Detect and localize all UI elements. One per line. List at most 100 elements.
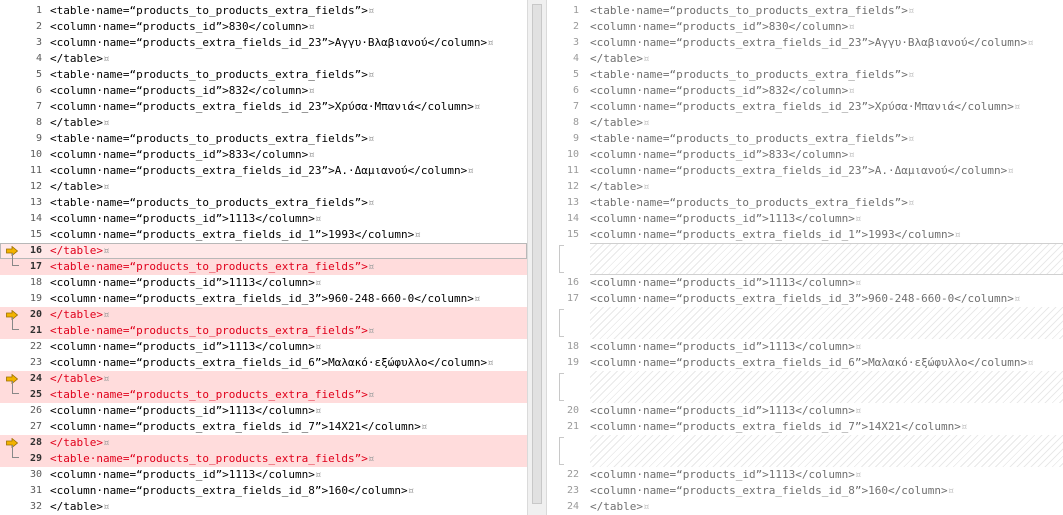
code-line[interactable]: 17 <table·name=“products_to_products_extr… xyxy=(0,253,527,275)
code-line[interactable]: 3 <column·name=“products_extra_fields_id_… xyxy=(0,35,527,51)
line-code: </table>¤ xyxy=(50,243,110,259)
line-end-marker: ¤ xyxy=(102,180,110,193)
code-line[interactable]: 26 <column·name=“products_id”>1113</colum… xyxy=(0,403,527,419)
code-line[interactable]: 5 <table·name=“products_to_products_extra… xyxy=(547,67,1063,83)
gap-brace-icon xyxy=(559,309,564,337)
line-gutter: 11 xyxy=(547,163,587,179)
line-gutter: 19 xyxy=(0,291,46,307)
code-line[interactable]: 31 <column·name=“products_extra_fields_id… xyxy=(0,483,527,499)
code-line[interactable]: 14 <column·name=“products_id”>1113</colum… xyxy=(0,211,527,227)
code-line[interactable]: 28 </table>¤ xyxy=(0,435,527,451)
code-line[interactable]: 9 <table·name=“products_to_products_extra… xyxy=(547,131,1063,147)
code-line[interactable]: 1 <table·name=“products_to_products_extra… xyxy=(0,3,527,19)
code-text: </table> xyxy=(50,180,103,193)
code-line[interactable]: 12 </table>¤ xyxy=(0,179,527,195)
right-editor-pane[interactable]: 1 <table·name=“products_to_products_extra… xyxy=(547,0,1063,515)
line-number: 1 xyxy=(572,5,579,16)
code-line[interactable]: 30 <column·name=“products_id”>1113</colum… xyxy=(0,467,527,483)
line-gutter: 17 xyxy=(0,253,46,275)
scrollbar-thumb[interactable] xyxy=(532,4,542,504)
code-line[interactable]: 10 <column·name=“products_id”>833</column… xyxy=(0,147,527,163)
code-line[interactable]: 7 <column·name=“products_extra_fields_id_… xyxy=(547,99,1063,115)
code-line[interactable]: 17 <column·name=“products_extra_fields_id… xyxy=(547,291,1063,307)
code-line[interactable]: 23 <column·name=“products_extra_fields_id… xyxy=(547,483,1063,499)
code-line[interactable]: 12 </table>¤ xyxy=(547,179,1063,195)
code-line[interactable]: 13 <table·name=“products_to_products_extr… xyxy=(0,195,527,211)
line-end-marker: ¤ xyxy=(907,196,915,209)
code-line[interactable]: 20 <column·name=“products_id”>1113</colum… xyxy=(547,403,1063,419)
code-line[interactable]: 19 <column·name=“products_extra_fields_id… xyxy=(547,355,1063,371)
line-number: 13 xyxy=(566,197,579,208)
code-line[interactable]: 16 <column·name=“products_id”>1113</colum… xyxy=(547,275,1063,291)
line-end-marker: ¤ xyxy=(308,84,315,97)
code-text: <column·name=“products_id”>1113</column> xyxy=(50,404,315,417)
line-number: 4 xyxy=(35,53,42,64)
code-line[interactable]: 15 <column·name=“products_extra_fields_id… xyxy=(0,227,527,243)
code-line[interactable]: 2 <column·name=“products_id”>830</column>… xyxy=(0,19,527,35)
line-gutter: 17 xyxy=(547,291,587,307)
code-line[interactable]: 22 <column·name=“products_id”>1113</colum… xyxy=(547,467,1063,483)
code-line[interactable]: 24 </table>¤ xyxy=(547,499,1063,515)
line-code: </table>¤ xyxy=(590,179,650,195)
code-line[interactable]: 15 <column·name=“products_extra_fields_id… xyxy=(547,227,1063,243)
code-line[interactable]: 24 </table>¤ xyxy=(0,371,527,387)
line-code: <column·name=“products_id”>830</column>¤ xyxy=(50,19,315,35)
code-line[interactable]: 25 <table·name=“products_to_products_extr… xyxy=(0,381,527,403)
code-line[interactable]: 22 <column·name=“products_id”>1113</colum… xyxy=(0,339,527,355)
code-line[interactable]: 10 <column·name=“products_id”>833</column… xyxy=(547,147,1063,163)
line-code: <table·name=“products_to_products_extra_… xyxy=(50,323,375,339)
code-line[interactable]: 21 <table·name=“products_to_products_extr… xyxy=(0,317,527,339)
code-text: <column·name=“products_extra_fields_id_1… xyxy=(590,228,955,241)
left-pane-scrollbar[interactable] xyxy=(527,0,547,515)
code-line[interactable]: 20 </table>¤ xyxy=(0,307,527,323)
code-line[interactable]: 11 <column·name=“products_extra_fields_id… xyxy=(547,163,1063,179)
code-line[interactable]: 23 <column·name=“products_extra_fields_id… xyxy=(0,355,527,371)
code-line[interactable]: 4 </table>¤ xyxy=(547,51,1063,67)
code-line[interactable]: 2 <column·name=“products_id”>830</column>… xyxy=(547,19,1063,35)
line-gutter: 18 xyxy=(0,275,46,291)
code-line[interactable]: 11 <column·name=“products_extra_fields_id… xyxy=(0,163,527,179)
line-end-marker: ¤ xyxy=(1013,100,1021,113)
left-editor-pane[interactable]: 1 <table·name=“products_to_products_extra… xyxy=(0,0,527,515)
code-line[interactable]: 7 <column·name=“products_extra_fields_id_… xyxy=(0,99,527,115)
line-code: </table>¤ xyxy=(590,499,650,515)
code-text: <column·name=“products_extra_fields_id_6… xyxy=(590,356,1028,369)
code-line[interactable]: 5 <table·name=“products_to_products_extra… xyxy=(0,67,527,83)
code-line[interactable]: 21 <column·name=“products_extra_fields_id… xyxy=(547,419,1063,435)
line-end-marker: ¤ xyxy=(367,132,375,145)
code-line[interactable]: 8 </table>¤ xyxy=(0,115,527,131)
code-line[interactable]: 29 <table·name=“products_to_products_extr… xyxy=(0,445,527,467)
line-number: 10 xyxy=(566,149,579,160)
code-text: <table·name=“products_to_products_extra_… xyxy=(590,68,908,81)
line-code: <column·name=“products_id”>1113</column>… xyxy=(50,467,322,483)
code-line[interactable]: 16 </table>¤ xyxy=(0,243,527,259)
code-line[interactable]: 9 <table·name=“products_to_products_extra… xyxy=(0,131,527,147)
hatch-area xyxy=(590,243,1063,275)
code-line[interactable]: 6 <column·name=“products_id”>832</column>… xyxy=(0,83,527,99)
line-end-marker: ¤ xyxy=(907,4,915,17)
line-code: <table·name=“products_to_products_extra_… xyxy=(50,3,375,19)
code-line[interactable]: 32 </table>¤ xyxy=(0,499,527,515)
line-number: 19 xyxy=(566,357,579,368)
line-code: </table>¤ xyxy=(50,51,110,67)
code-line[interactable]: 13 <table·name=“products_to_products_extr… xyxy=(547,195,1063,211)
code-line[interactable]: 19 <column·name=“products_extra_fields_id… xyxy=(0,291,527,307)
code-line[interactable]: 6 <column·name=“products_id”>832</column>… xyxy=(547,83,1063,99)
code-line[interactable]: 3 <column·name=“products_extra_fields_id_… xyxy=(547,35,1063,51)
code-line[interactable]: 8 </table>¤ xyxy=(547,115,1063,131)
code-text: <column·name=“products_extra_fields_id_6… xyxy=(50,356,488,369)
code-line[interactable]: 18 <column·name=“products_id”>1113</colum… xyxy=(0,275,527,291)
line-gutter: 23 xyxy=(0,355,46,371)
line-gutter: 26 xyxy=(0,403,46,419)
code-line[interactable]: 1 <table·name=“products_to_products_extra… xyxy=(547,3,1063,19)
code-text: <column·name=“products_id”>830</column> xyxy=(590,20,849,33)
line-gutter: 6 xyxy=(547,83,587,99)
line-number: 20 xyxy=(566,405,579,416)
code-line[interactable]: 18 <column·name=“products_id”>1113</colum… xyxy=(547,339,1063,355)
diff-gap-placeholder xyxy=(547,371,1063,403)
code-text: <table·name=“products_to_products_extra_… xyxy=(50,324,368,337)
code-line[interactable]: 27 <column·name=“products_extra_fields_id… xyxy=(0,419,527,435)
code-line[interactable]: 14 <column·name=“products_id”>1113</colum… xyxy=(547,211,1063,227)
line-gutter: 7 xyxy=(0,99,46,115)
code-line[interactable]: 4 </table>¤ xyxy=(0,51,527,67)
